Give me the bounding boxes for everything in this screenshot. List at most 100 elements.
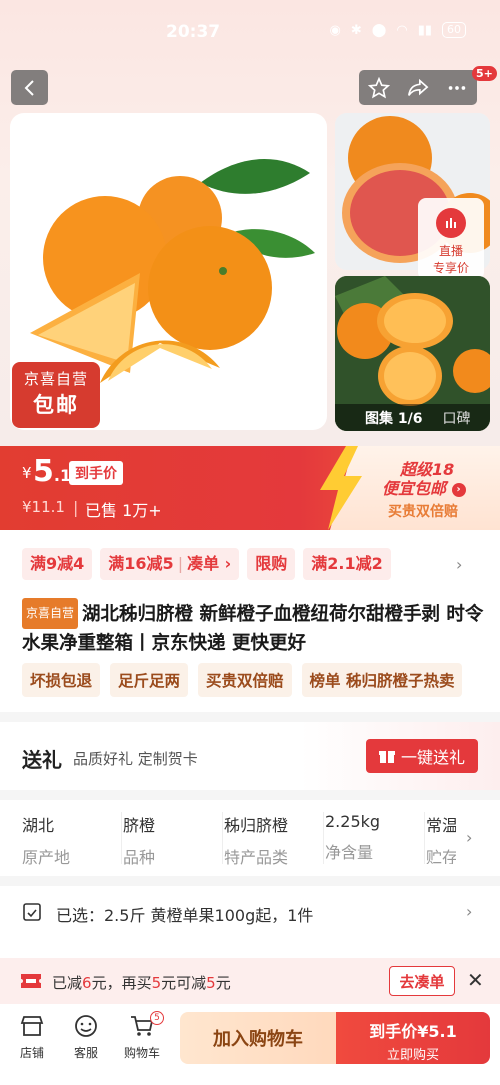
coupon-amount-2: 5 <box>151 974 162 992</box>
price-separator: | <box>73 498 79 517</box>
product-title: 京喜自营 湖北秭归脐橙 新鲜橙子血橙纽荷尔甜橙手剥 时令水果净重整箱丨京东快递 更… <box>22 598 484 658</box>
self-operated-tag: 京喜自营 <box>22 598 79 629</box>
spec-key: 品种 <box>123 848 156 867</box>
original-price: ¥11.1 <box>22 498 65 516</box>
spec-item: 2.25kg 净含量 <box>325 812 425 864</box>
battery-icon: 60 <box>442 22 466 38</box>
store-label: 店铺 <box>19 1046 44 1060</box>
spec-item: 秭归脐橙 特产品类 <box>224 812 324 867</box>
selected-variant-text: 已选：2.5斤 黄橙单果100g起，1件 <box>56 906 314 925</box>
gift-section: 送礼 品质好礼 定制贺卡 一键送礼 <box>0 722 500 790</box>
chevron-left-icon <box>24 79 34 96</box>
currency-symbol: ¥ <box>22 464 32 482</box>
review-tab[interactable]: 口碑 <box>442 408 470 428</box>
live-label-1: 直播 <box>438 244 463 258</box>
spec-item: 湖北 原产地 <box>22 812 122 867</box>
specs-row[interactable]: 湖北 原产地 脐橙 品种 秭归脐橙 特产品类 2.25kg 净含量 常温 贮存 › <box>0 800 500 876</box>
promo-chip-1[interactable]: 满9减4 <box>22 548 93 580</box>
divider <box>0 790 500 800</box>
promo-chip-3[interactable]: 限购 <box>247 548 296 580</box>
buy-now-price: 到手价¥5.1 <box>369 1022 457 1041</box>
chevron-right-icon: › <box>451 482 466 497</box>
star-icon[interactable] <box>367 76 390 99</box>
service-button[interactable]: 客服 <box>62 1014 110 1061</box>
store-button[interactable]: 店铺 <box>8 1014 56 1061</box>
top-actions <box>359 70 477 105</box>
selected-variant-row[interactable]: 已选：2.5斤 黄橙单果100g起，1件 › <box>0 884 500 942</box>
coupon-pre: 已减 <box>52 974 83 992</box>
coupon-mid1: 元，再买 <box>91 974 152 992</box>
customer-service-icon <box>75 1015 97 1037</box>
promo-chip-4[interactable]: 满2.1减2 <box>303 548 391 580</box>
promo-separator: | <box>177 554 184 573</box>
spec-item: 脐橙 品种 <box>123 812 223 867</box>
location-icon: ⬤ <box>371 22 387 38</box>
more-icon[interactable] <box>446 77 468 99</box>
spec-value: 常温 <box>426 816 456 835</box>
badge-line1: 京喜自营 <box>23 370 88 388</box>
add-to-cart-button[interactable]: 加入购物车 <box>180 1012 336 1064</box>
buy-now-button[interactable]: 到手价¥5.1 立即购买 <box>336 1012 490 1064</box>
promo-line2-text: 便宜包邮 <box>382 479 447 498</box>
promo-chip-2[interactable]: 满16减5 | 凑单 › <box>100 548 240 580</box>
service-chip[interactable]: 坏损包退 <box>22 663 101 697</box>
spec-value: 2.25kg <box>325 812 381 831</box>
spec-key: 净含量 <box>325 843 374 862</box>
coupon-amount-3: 5 <box>206 974 216 992</box>
chevron-right-icon[interactable]: › <box>456 555 462 574</box>
final-price-tag: 到手价 <box>69 461 123 485</box>
promo-list: 满9减4 满16减5 | 凑单 › 限购 满2.1减2 <box>22 548 391 580</box>
bluetooth-icon: ✱ <box>350 22 362 38</box>
spec-value: 秭归脐橙 <box>224 816 289 835</box>
wifi-icon: ◠ <box>396 22 408 38</box>
share-icon[interactable] <box>407 77 429 99</box>
live-stream-button[interactable]: 直播 专享价 <box>418 198 484 280</box>
promo-line3: 买贵双倍赔 <box>388 504 458 520</box>
spec-value: 脐橙 <box>123 816 156 835</box>
lightning-icon <box>320 446 362 530</box>
collect-order-link[interactable]: 凑单 › <box>187 554 231 573</box>
coupon-mid2: 元可减 <box>161 974 207 992</box>
spec-key: 贮存 <box>426 848 456 864</box>
service-chip[interactable]: 足斤足两 <box>110 663 189 697</box>
sold-count: 已售 1万+ <box>85 501 162 520</box>
price-integer: 5 <box>33 454 54 489</box>
status-bar: 20:37 ◉ ✱ ⬤ ◠ ▮▮ 60 <box>0 0 500 66</box>
spec-item: 常温 贮存 <box>426 812 456 864</box>
gift-title: 送礼 <box>22 748 62 772</box>
ranking-chip[interactable]: 榜单 秭归脐橙子热卖 <box>301 663 463 697</box>
gift-icon <box>378 751 395 763</box>
promo-line2: 便宜包邮 › <box>382 475 466 499</box>
buy-now-label: 立即购买 <box>386 1048 439 1063</box>
coupon-icon <box>21 974 41 988</box>
store-icon <box>20 1016 44 1036</box>
promo-chip-2-label: 满16减5 <box>108 554 174 573</box>
spec-key: 原产地 <box>22 848 71 867</box>
coupon-bar: 已减6元，再买5元可减5元 去凑单 ✕ <box>0 958 500 1004</box>
price-band: ¥ 5.1 到手价 ¥11.1 | 已售 1万+ 超级18 便宜包邮 › 买贵双… <box>0 446 500 530</box>
service-chip[interactable]: 买贵双倍赔 <box>198 663 292 697</box>
cart-label: 购物车 <box>123 1046 160 1060</box>
badge-line2: 包邮 <box>33 393 79 417</box>
coupon-text: 已减6元，再买5元可减5元 <box>52 972 231 993</box>
gift-subtitle: 品质好礼 定制贺卡 <box>73 750 198 768</box>
final-price: 5.1 <box>33 454 71 489</box>
cart-count-badge: 5 <box>150 1011 164 1025</box>
collect-order-button[interactable]: 去凑单 <box>389 966 455 996</box>
live-label-2: 专享价 <box>432 261 469 275</box>
chevron-right-icon: › <box>466 902 473 921</box>
clock: 20:37 <box>166 22 221 42</box>
spec-value: 湖北 <box>22 816 55 835</box>
status-icons: ◉ ✱ ⬤ ◠ ▮▮ 60 <box>330 22 466 38</box>
spec-key: 特产品类 <box>224 848 289 867</box>
signal-icon: ▮▮ <box>417 22 432 38</box>
close-icon[interactable]: ✕ <box>467 968 484 992</box>
divider <box>0 712 500 722</box>
self-operated-badge: 京喜自营 包邮 <box>12 362 100 428</box>
back-button[interactable] <box>11 70 48 105</box>
live-icon <box>436 208 466 238</box>
send-gift-button[interactable]: 一键送礼 <box>366 739 478 773</box>
variant-icon <box>23 903 41 921</box>
gallery-tab[interactable]: 图集 1/6 <box>365 408 422 428</box>
gallery-bar: 图集 1/6 口碑 <box>335 404 490 431</box>
